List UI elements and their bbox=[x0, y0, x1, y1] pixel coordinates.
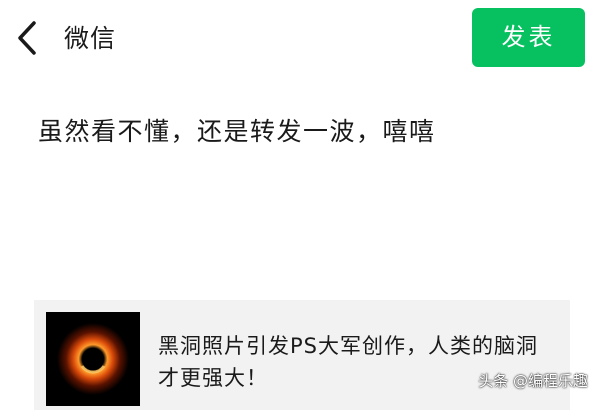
publish-button[interactable]: 发表 bbox=[472, 8, 585, 67]
top-bar: 微信 发表 bbox=[0, 0, 600, 80]
black-hole-thumbnail bbox=[46, 312, 140, 406]
watermark: 头条 @编程乐趣 bbox=[478, 372, 588, 390]
page-title: 微信 bbox=[64, 24, 117, 53]
shared-link-card[interactable]: 黑洞照片引发PS大军创作，人类的脑洞才更强大！ bbox=[34, 300, 570, 410]
chevron-left-icon bbox=[18, 21, 36, 55]
compose-text-input[interactable]: 虽然看不懂，还是转发一波，嘻嘻 bbox=[38, 114, 578, 150]
back-button[interactable] bbox=[8, 16, 48, 60]
